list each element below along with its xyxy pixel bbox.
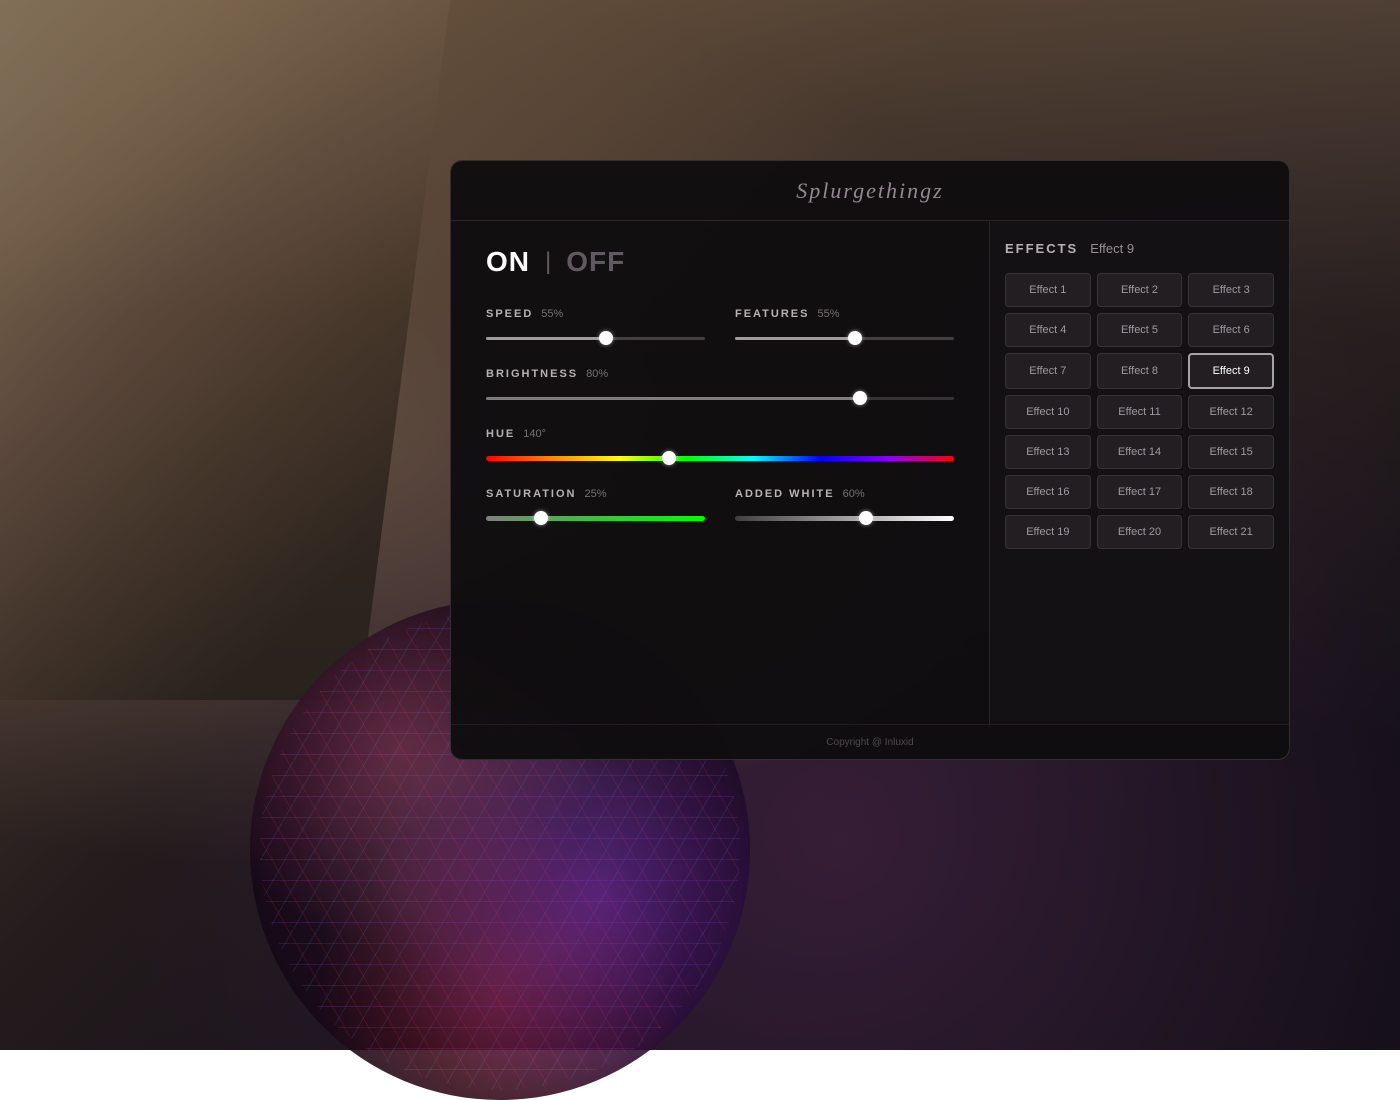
saturation-slider-track-container[interactable]: [486, 508, 705, 528]
effect-button-15[interactable]: Effect 15: [1188, 435, 1274, 469]
speed-slider-group: SPEED 55%: [486, 308, 705, 348]
effect-button-8[interactable]: Effect 8: [1097, 353, 1183, 389]
features-slider-track-container[interactable]: [735, 328, 954, 348]
added-white-slider-group: ADDED WHITE 60%: [735, 488, 954, 528]
effect-button-6[interactable]: Effect 6: [1188, 313, 1274, 347]
effect-button-19[interactable]: Effect 19: [1005, 515, 1091, 549]
saturation-slider-group: SATURATION 25%: [486, 488, 705, 528]
effect-button-11[interactable]: Effect 11: [1097, 395, 1183, 429]
brightness-track: [486, 397, 954, 400]
effect-button-5[interactable]: Effect 5: [1097, 313, 1183, 347]
effect-button-1[interactable]: Effect 1: [1005, 273, 1091, 307]
speed-label: SPEED: [486, 308, 533, 320]
brightness-slider-track-container[interactable]: [486, 388, 954, 408]
brightness-fill: [486, 397, 860, 400]
features-slider-group: FEATURES 55%: [735, 308, 954, 348]
speed-track: [486, 337, 705, 340]
sliders-grid: SPEED 55% FEATURES 55%: [486, 308, 954, 528]
power-divider: |: [545, 248, 551, 276]
effect-button-14[interactable]: Effect 14: [1097, 435, 1183, 469]
panel-header: Splurgethingz: [451, 161, 1289, 221]
added-white-value: 60%: [843, 488, 865, 500]
hue-label-row: HUE 140°: [486, 428, 954, 440]
effect-button-10[interactable]: Effect 10: [1005, 395, 1091, 429]
effect-button-12[interactable]: Effect 12: [1188, 395, 1274, 429]
speed-slider-track-container[interactable]: [486, 328, 705, 348]
power-controls: ON | OFF: [486, 246, 954, 278]
effect-button-20[interactable]: Effect 20: [1097, 515, 1183, 549]
effects-header: EFFECTS Effect 9: [1005, 241, 1274, 256]
copyright-text: Copyright @ Inluxid: [826, 737, 913, 748]
hue-track: [486, 456, 954, 461]
added-white-thumb[interactable]: [859, 511, 873, 525]
effect-button-4[interactable]: Effect 4: [1005, 313, 1091, 347]
hue-label: HUE: [486, 428, 515, 440]
brightness-slider-group: BRIGHTNESS 80%: [486, 368, 954, 408]
controls-area: ON | OFF SPEED 55%: [451, 221, 989, 724]
features-label-row: FEATURES 55%: [735, 308, 954, 320]
added-white-slider-track-container[interactable]: [735, 508, 954, 528]
speed-label-row: SPEED 55%: [486, 308, 705, 320]
features-track: [735, 337, 954, 340]
effects-title: EFFECTS: [1005, 241, 1078, 256]
effect-button-16[interactable]: Effect 16: [1005, 475, 1091, 509]
effects-grid: Effect 1Effect 2Effect 3 Effect 4Effect 5…: [1005, 273, 1274, 549]
brightness-thumb[interactable]: [853, 391, 867, 405]
added-white-track: [735, 516, 954, 521]
effect-button-21[interactable]: Effect 21: [1188, 515, 1274, 549]
effect-button-7[interactable]: Effect 7: [1005, 353, 1091, 389]
hue-slider-track-container[interactable]: [486, 448, 954, 468]
panel-content: ON | OFF SPEED 55%: [451, 221, 1289, 724]
panel-footer: Copyright @ Inluxid: [451, 724, 1289, 759]
saturation-track: [486, 516, 705, 521]
hue-thumb[interactable]: [662, 451, 676, 465]
effect-button-3[interactable]: Effect 3: [1188, 273, 1274, 307]
effect-button-9[interactable]: Effect 9: [1188, 353, 1274, 389]
effects-panel: EFFECTS Effect 9 Effect 1Effect 2Effect …: [989, 221, 1289, 724]
speed-value: 55%: [541, 308, 563, 320]
features-fill: [735, 337, 855, 340]
brightness-label: BRIGHTNESS: [486, 368, 578, 380]
brightness-label-row: BRIGHTNESS 80%: [486, 368, 954, 380]
speed-fill: [486, 337, 606, 340]
saturation-label: SATURATION: [486, 488, 576, 500]
added-white-label-row: ADDED WHITE 60%: [735, 488, 954, 500]
features-label: FEATURES: [735, 308, 809, 320]
effect-button-2[interactable]: Effect 2: [1097, 273, 1183, 307]
hue-value: 140°: [523, 428, 546, 440]
effects-current: Effect 9: [1090, 241, 1134, 256]
effect-button-17[interactable]: Effect 17: [1097, 475, 1183, 509]
effect-button-18[interactable]: Effect 18: [1188, 475, 1274, 509]
brightness-value: 80%: [586, 368, 608, 380]
added-white-label: ADDED WHITE: [735, 488, 835, 500]
saturation-value: 25%: [584, 488, 606, 500]
power-off-button[interactable]: OFF: [566, 246, 625, 278]
features-thumb[interactable]: [848, 331, 862, 345]
speed-thumb[interactable]: [599, 331, 613, 345]
logo: Splurgethingz: [796, 178, 943, 204]
main-ui-panel: Splurgethingz ON | OFF SPEED 55%: [450, 160, 1290, 760]
effect-button-13[interactable]: Effect 13: [1005, 435, 1091, 469]
saturation-label-row: SATURATION 25%: [486, 488, 705, 500]
power-on-button[interactable]: ON: [486, 246, 530, 278]
hue-slider-group: HUE 140°: [486, 428, 954, 468]
saturation-thumb[interactable]: [534, 511, 548, 525]
features-value: 55%: [817, 308, 839, 320]
